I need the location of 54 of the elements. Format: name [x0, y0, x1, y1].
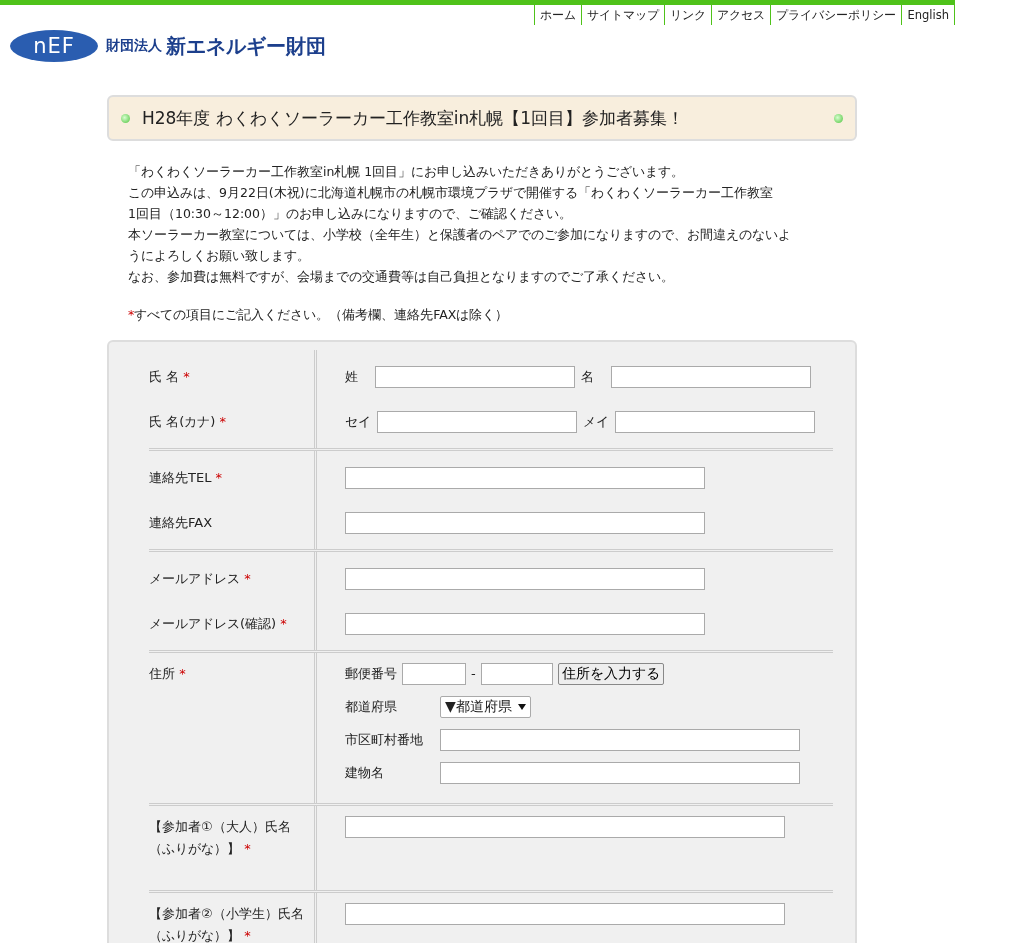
logo[interactable]: nEF	[10, 30, 98, 62]
intro-text: 1回目（10:30～12:00）」のお申し込みになりますので、ご確認ください。	[128, 205, 573, 223]
required-note: *すべての項目にご記入ください。（備考欄、連絡先FAXは除く）	[128, 307, 510, 324]
input-field[interactable]	[345, 903, 785, 925]
field-label: 郵便番号	[345, 664, 397, 683]
input-field[interactable]	[402, 662, 466, 685]
input-field[interactable]	[345, 612, 705, 635]
input-field[interactable]	[377, 410, 577, 433]
field-label: メールアドレス *	[149, 569, 251, 588]
field-label: 連絡先FAX	[149, 513, 213, 532]
prefecture-select[interactable]: ▼都道府県	[440, 695, 531, 718]
intro-text: 「わくわくソーラーカー工作教室in札幌 1回目」にお申し込みいただきありがとうございます。	[128, 163, 686, 181]
intro-text: うによろしくお願い致します。	[128, 247, 311, 265]
input-field[interactable]	[345, 466, 705, 489]
intro-text: この申込みは、9月22日(木祝)に北海道札幌市の札幌市環境プラザで開催する「わくわくソーラーカー工作教室	[128, 184, 774, 202]
input-field[interactable]	[480, 662, 553, 685]
field-label: 姓	[345, 367, 359, 386]
nav-link[interactable]: ホーム	[534, 5, 582, 25]
nav-link[interactable]: サイトマップ	[581, 5, 665, 25]
page-title: H28年度 わくわくソーラーカー工作教室in札幌【1回目】参加者募集！	[142, 106, 686, 130]
bullet-icon	[834, 113, 843, 123]
input-field[interactable]	[345, 567, 705, 590]
org-prefix: 財団法人	[106, 37, 162, 55]
input-field[interactable]	[440, 761, 800, 784]
nav-link[interactable]: アクセス	[711, 5, 771, 25]
field-label: 氏 名(カナ) *	[149, 412, 226, 431]
intro-text: なお、参加費は無料ですが、会場までの交通費等は自己負担となりますのでご了承ください。	[128, 268, 675, 286]
intro-text: 本ソーラーカー教室については、小学校（全年生）と保護者のペアでのご参加になりますので、お間違えのないよ	[128, 226, 792, 244]
input-field[interactable]	[615, 410, 815, 433]
field-label: 【参加者①（大人）氏名 （ふりがな）】 *	[149, 818, 291, 858]
field-label: 建物名	[345, 763, 385, 782]
field-label: 名	[581, 367, 595, 386]
input-field[interactable]	[440, 728, 800, 751]
field-label: セイ	[345, 412, 371, 431]
nav-link[interactable]: リンク	[664, 5, 712, 25]
field-label: メールアドレス(確認) *	[149, 614, 287, 633]
org-name: 新エネルギー財団	[166, 32, 326, 60]
separator: -	[471, 666, 476, 681]
field-label: 住所 *	[149, 665, 186, 683]
input-field[interactable]	[345, 511, 705, 534]
nav-link[interactable]: プライバシーポリシー	[770, 5, 902, 25]
input-field[interactable]	[345, 816, 785, 838]
field-label: 連絡先TEL *	[149, 468, 223, 487]
bullet-icon	[121, 113, 130, 123]
address-lookup-button[interactable]: 住所を入力する	[557, 662, 664, 685]
field-label: 都道府県	[345, 697, 398, 716]
field-label: 氏 名 *	[149, 367, 190, 386]
field-label: 【参加者②（小学生）氏名 （ふりがな）】 *	[149, 905, 304, 943]
input-field[interactable]	[611, 365, 811, 388]
nav-link[interactable]: English	[901, 5, 955, 25]
input-field[interactable]	[375, 365, 575, 388]
field-label: メイ	[583, 412, 609, 431]
field-label: 市区町村番地	[345, 730, 424, 749]
dropdown-arrow-icon	[517, 703, 526, 710]
